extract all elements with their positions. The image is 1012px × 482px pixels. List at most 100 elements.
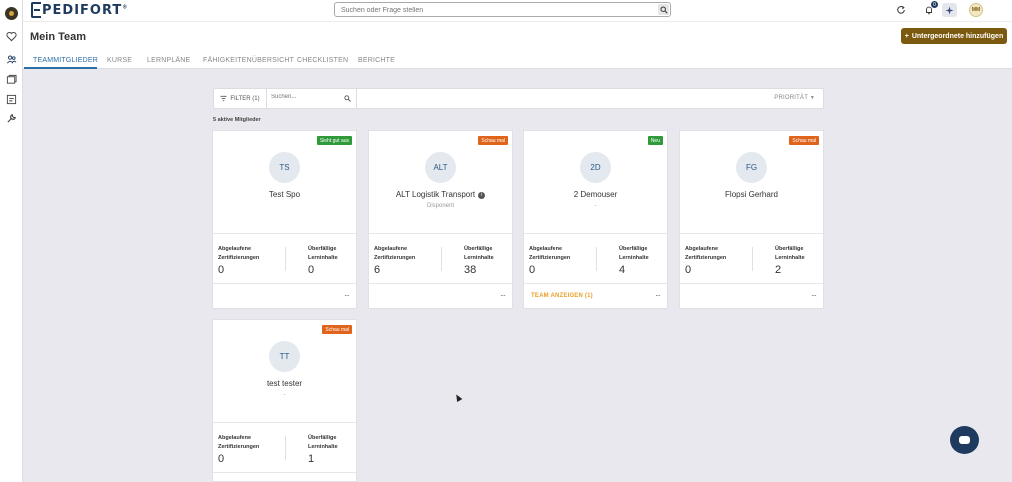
tab-reports[interactable]: BERICHTE [358,57,395,64]
overdue-content-label: Überfällige Lerninhalte [308,435,338,450]
more-options-icon[interactable]: ··· [500,291,506,300]
sort-dropdown[interactable]: PRIORITÄT ▼ [774,95,815,101]
member-name: Flopsi Gerhard [680,190,823,199]
overdue-content-label: Überfällige Lerninhalte [775,246,805,261]
sort-label: PRIORITÄT [774,95,808,101]
member-stats: Abgelaufene Zertifizierungen Überfällige Le… [680,235,823,284]
expired-certifications-label: Abgelaufene Zertifizierungen [218,246,260,261]
page-title: Mein Team [30,31,87,43]
member-stats: Abgelaufene Zertifizierungen Überfällige Le… [213,235,356,284]
search-icon[interactable] [344,95,351,102]
status-badge: Schau mal [478,136,508,145]
brand-logo-mark-icon [31,2,41,18]
app-logo-icon[interactable] [5,7,18,20]
team-icon[interactable] [5,53,18,66]
global-search [334,2,671,17]
sparkle-icon [945,5,954,15]
sync-icon[interactable] [895,4,906,15]
reports-icon[interactable] [5,93,18,106]
left-rail [0,0,23,482]
tab-courses[interactable]: KURSE [107,57,132,64]
member-card[interactable]: Schau mal ALT ALT Logistik Transport i Dispo… [368,130,513,309]
member-avatar: TS [269,152,300,183]
notification-badge: 0 [931,1,938,8]
member-role: Disponent [426,203,455,209]
member-name: test tester [213,379,356,388]
stats-divider [285,247,286,271]
member-name-text: test tester [266,379,303,388]
member-stats: Abgelaufene Zertifizierungen Überfällige Le… [369,235,512,284]
member-name: 2 Demouser [524,190,667,199]
member-card-header: Neu 2D 2 Demouser - [524,131,667,234]
overdue-content-value: 0 [308,264,315,276]
member-search-input[interactable] [271,94,341,100]
status-badge: Sieht gut aus [316,136,352,145]
filter-bar: FILTER (1) PRIORITÄT ▼ [213,88,824,109]
expired-certifications-label: Abgelaufene Zertifizierungen [218,435,260,450]
member-avatar: FG [736,152,767,183]
member-card-footer: ··· [680,285,823,307]
chat-support-button[interactable] [950,426,979,454]
global-search-input[interactable] [341,5,641,15]
status-badge: Neu [647,136,663,145]
expired-certifications-value: 0 [529,264,536,276]
member-name: Test Spo [213,190,356,199]
top-header: PEDIFORT® 0 MM [23,0,1012,21]
member-name-text: Flopsi Gerhard [725,190,778,199]
add-subordinate-button[interactable]: + Untergeordnete hinzufügen [901,28,1007,44]
tab-team-members[interactable]: TEAMMITGLIEDER [33,57,98,64]
tab-bar: TEAMMITGLIEDER KURSE LERNPLÄNE FÄHIGKEIT… [23,52,1012,69]
member-card-footer: TEAM ANZEIGEN (1) ··· [524,285,667,307]
stats-divider [285,436,286,460]
member-name: ALT Logistik Transport i [369,190,512,199]
page-header: Mein Team + Untergeordnete hinzufügen [23,21,1012,52]
member-avatar: ALT [425,152,456,183]
courses-icon[interactable] [5,73,18,86]
overdue-content-value: 4 [619,264,626,276]
overdue-content-label: Überfällige Lerninhalte [464,246,494,261]
status-badge: Schau mal [789,136,819,145]
notifications-icon[interactable]: 0 [923,1,938,15]
member-card-header: Schau mal ALT ALT Logistik Transport i Dispo… [369,131,512,234]
tab-learning-plans[interactable]: LERNPLÄNE [147,57,190,64]
expired-certifications-label: Abgelaufene Zertifizierungen [374,246,416,261]
brand-logo-text: PEDIFORT® [42,2,129,18]
filter-icon [220,95,227,102]
member-stats: Abgelaufene Zertifizierungen Überfällige Le… [213,424,356,473]
member-card[interactable]: Schau mal TT test tester - Abgelaufene Zertif… [212,319,357,482]
member-card-header: Schau mal TT test tester - [213,320,356,423]
expired-certifications-label: Abgelaufene Zertifizierungen [529,246,571,261]
more-options-icon[interactable]: ··· [655,291,661,300]
overdue-content-value: 38 [464,264,477,276]
expired-certifications-label: Abgelaufene Zertifizierungen [685,246,727,261]
tools-icon[interactable] [5,112,18,125]
ai-assistant-button[interactable] [942,3,957,17]
overdue-content-value: 2 [775,264,782,276]
active-tab-indicator [24,67,97,69]
member-card[interactable]: Neu 2D 2 Demouser - Abgelaufene Zertifizierun… [523,130,668,309]
more-options-icon[interactable]: ··· [811,291,817,300]
member-card[interactable]: Sieht gut aus TS Test Spo Abgelaufene Zertif… [212,130,357,309]
expired-certifications-value: 0 [218,264,225,276]
members-count: 5 aktive Mitglieder [213,117,261,123]
member-card[interactable]: Schau mal FG Flopsi Gerhard Abgelaufene Zert… [679,130,824,309]
show-team-link[interactable]: TEAM ANZEIGEN (1) [531,293,593,299]
member-card-footer: ··· [369,285,512,307]
member-role: - [594,203,597,209]
info-icon[interactable]: i [478,192,486,199]
heart-icon[interactable] [5,30,18,43]
user-avatar[interactable]: MM [969,3,983,17]
brand-logo[interactable]: PEDIFORT® [31,1,128,19]
overdue-content-label: Überfällige Lerninhalte [619,246,649,261]
filter-label: FILTER (1) [230,95,260,102]
filter-button[interactable]: FILTER (1) [214,89,267,108]
search-icon[interactable] [658,4,669,15]
tab-skills-overview[interactable]: FÄHIGKEITENÜBERSICHT [203,57,294,64]
member-name-text: ALT Logistik Transport [395,190,476,199]
member-name-text: Test Spo [268,190,301,199]
member-card-header: Sieht gut aus TS Test Spo [213,131,356,234]
member-role: - [283,392,286,398]
more-options-icon[interactable]: ··· [344,291,350,300]
member-name-text: 2 Demouser [573,190,618,199]
tab-checklists[interactable]: CHECKLISTEN [297,57,348,64]
